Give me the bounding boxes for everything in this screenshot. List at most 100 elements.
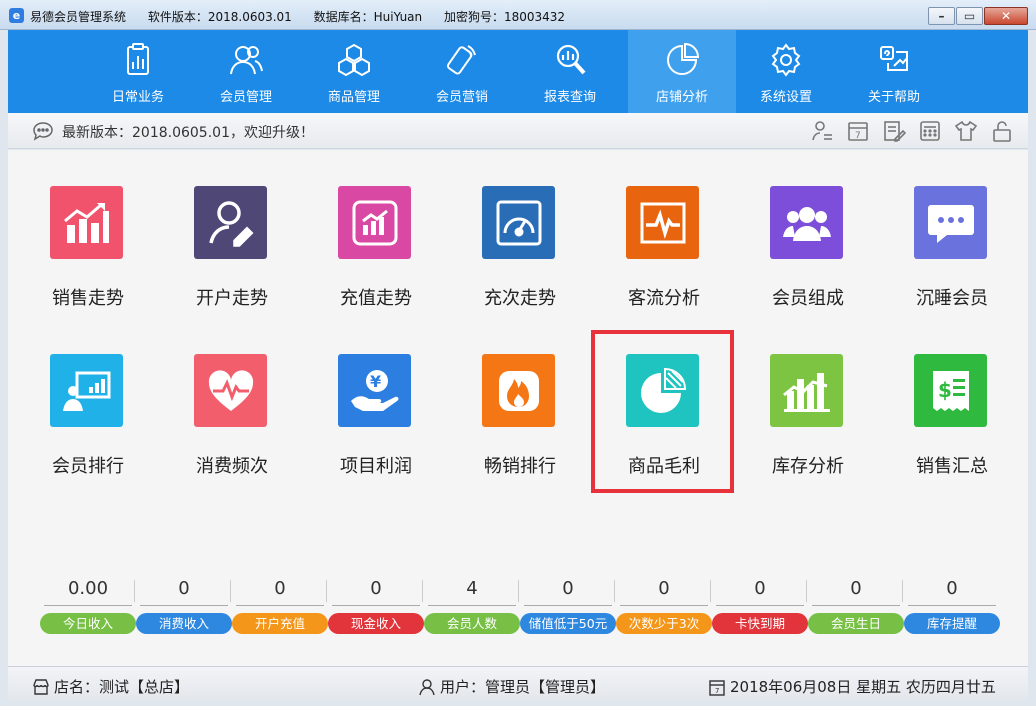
stat-member-count[interactable]: 4 会员人数: [424, 576, 520, 636]
store-info: 店名：测试【总店】: [32, 676, 189, 697]
presentation-icon: [62, 371, 110, 411]
nav-system-settings[interactable]: 系统设置: [732, 30, 840, 113]
close-button[interactable]: ✕: [984, 7, 1028, 25]
nav-about-help[interactable]: 关于帮助: [840, 30, 948, 113]
nav-daily-business[interactable]: 日常业务: [84, 30, 192, 113]
shirt-icon[interactable]: [954, 119, 978, 143]
nav-label: 会员管理: [219, 90, 272, 105]
tile-icon-box: [50, 186, 123, 259]
stat-low-balance[interactable]: 0 储值低于50元: [520, 576, 616, 636]
stat-label: 储值低于50元: [520, 613, 616, 634]
stat-value: 0: [524, 576, 612, 606]
chat-bubble-icon: [927, 204, 974, 243]
search-chart-icon: [556, 44, 586, 75]
nav-report-query[interactable]: 报表查询: [516, 30, 624, 113]
stat-divider: [518, 580, 519, 602]
tile-icon-box: [194, 186, 267, 259]
stat-value: 0: [812, 576, 900, 606]
calculator-icon[interactable]: [918, 119, 942, 143]
lock-icon[interactable]: [990, 119, 1014, 143]
tile-customer-flow-analysis[interactable]: 客流分析: [604, 186, 724, 336]
tile-member-ranking[interactable]: 会员排行: [28, 354, 148, 504]
tile-consumption-frequency[interactable]: 消费频次: [172, 354, 292, 504]
stat-member-birthday[interactable]: 0 会员生日: [808, 576, 904, 636]
tile-icon-box: [338, 186, 411, 259]
stat-label: 消费收入: [136, 613, 232, 634]
window-title: 易德会员管理系统 软件版本：2018.0603.01 数据库名：HuiYuan …: [30, 8, 583, 25]
calendar-icon[interactable]: 7: [846, 119, 870, 143]
top-nav: 日常业务 会员管理 商品管理 会员营销 报表查询 店铺分析 系统设置 关于帮助: [8, 30, 1028, 113]
nav-label: 商品管理: [327, 90, 380, 105]
stat-today-income[interactable]: 0.00 今日收入: [40, 576, 136, 636]
svg-text:7: 7: [715, 687, 719, 695]
software-version: 软件版本：2018.0603.01: [147, 10, 292, 24]
tile-inventory-analysis[interactable]: 库存分析: [748, 354, 868, 504]
tile-icon-box: [770, 186, 843, 259]
message-icon: [33, 122, 53, 141]
stat-divider: [230, 580, 231, 602]
nav-store-analysis[interactable]: 店铺分析: [628, 30, 736, 113]
stat-value: 0: [236, 576, 324, 606]
cubes-icon: [338, 43, 370, 77]
store-name: 店名：测试【总店】: [54, 678, 190, 696]
dongle-number: 加密狗号：18003432: [443, 10, 566, 24]
stat-divider: [806, 580, 807, 602]
stat-value: 0: [140, 576, 228, 606]
clipboard-chart-icon: [127, 43, 149, 75]
tile-sales-trend[interactable]: 销售走势: [28, 186, 148, 336]
bar-trend-icon: [63, 202, 109, 243]
stat-divider: [902, 580, 903, 602]
svg-text:$: $: [938, 378, 952, 402]
status-bar: 店名：测试【总店】 用户：管理员【管理员】 7 2018年06月08日 星期五 …: [8, 666, 1028, 700]
tile-label: 畅销排行: [484, 456, 556, 477]
tile-dormant-members[interactable]: 沉睡会员: [892, 186, 1012, 336]
stat-divider: [710, 580, 711, 602]
framed-chart-icon: [352, 200, 397, 245]
tile-icon-box: [770, 354, 843, 427]
stat-consumption-income[interactable]: 0 消费收入: [136, 576, 232, 636]
nav-label: 关于帮助: [867, 90, 920, 105]
edit-list-icon[interactable]: [882, 119, 906, 143]
nav-label: 店铺分析: [655, 90, 708, 105]
stat-inventory-alert[interactable]: 0 库存提醒: [904, 576, 1000, 636]
tile-label: 沉睡会员: [916, 288, 988, 309]
stat-label: 现金收入: [328, 613, 424, 634]
stat-card-expiring[interactable]: 0 卡快到期: [712, 576, 808, 636]
nav-member-marketing[interactable]: 会员营销: [408, 30, 516, 113]
tile-label: 会员排行: [52, 456, 124, 477]
tile-bestseller-ranking[interactable]: 畅销排行: [460, 354, 580, 504]
stat-value: 0: [620, 576, 708, 606]
stat-value: 0: [716, 576, 804, 606]
tile-account-opening-trend[interactable]: 开户走势: [172, 186, 292, 336]
receipt-icon: $: [932, 370, 969, 411]
tile-count-recharge-trend[interactable]: 充次走势: [460, 186, 580, 336]
nav-product-management[interactable]: 商品管理: [300, 30, 408, 113]
stat-opening-recharge[interactable]: 0 开户充值: [232, 576, 328, 636]
minimize-button[interactable]: –: [928, 7, 955, 25]
group-icon: [782, 206, 831, 241]
tile-icon-box: [914, 186, 987, 259]
update-notice: 最新版本：2018.0605.01，欢迎升级！: [62, 125, 314, 141]
tile-recharge-trend[interactable]: 充值走势: [316, 186, 436, 336]
tile-icon-box: [482, 186, 555, 259]
stat-label: 卡快到期: [712, 613, 808, 634]
tile-label: 会员组成: [772, 288, 844, 309]
stat-label: 会员生日: [808, 613, 904, 634]
hand-coin-icon: ¥: [350, 369, 398, 411]
stat-low-count[interactable]: 0 次数少于3次: [616, 576, 712, 636]
user-switch-icon[interactable]: [810, 119, 834, 143]
pulse-monitor-icon: [640, 202, 685, 243]
nav-member-management[interactable]: 会员管理: [192, 30, 300, 113]
tile-member-composition[interactable]: 会员组成: [748, 186, 868, 336]
stat-label: 库存提醒: [904, 613, 1000, 634]
nav-label: 系统设置: [759, 90, 812, 105]
database-name: 数据库名：HuiYuan: [313, 10, 423, 24]
flame-icon: [498, 370, 539, 411]
stat-cash-income[interactable]: 0 现金收入: [328, 576, 424, 636]
stat-divider: [614, 580, 615, 602]
tile-project-profit[interactable]: ¥ 项目利润: [316, 354, 436, 504]
maximize-button[interactable]: ▭: [956, 7, 983, 25]
tile-sales-summary[interactable]: $ 销售汇总: [892, 354, 1012, 504]
toolbar: 7: [798, 119, 1014, 143]
selection-highlight: [591, 330, 734, 493]
